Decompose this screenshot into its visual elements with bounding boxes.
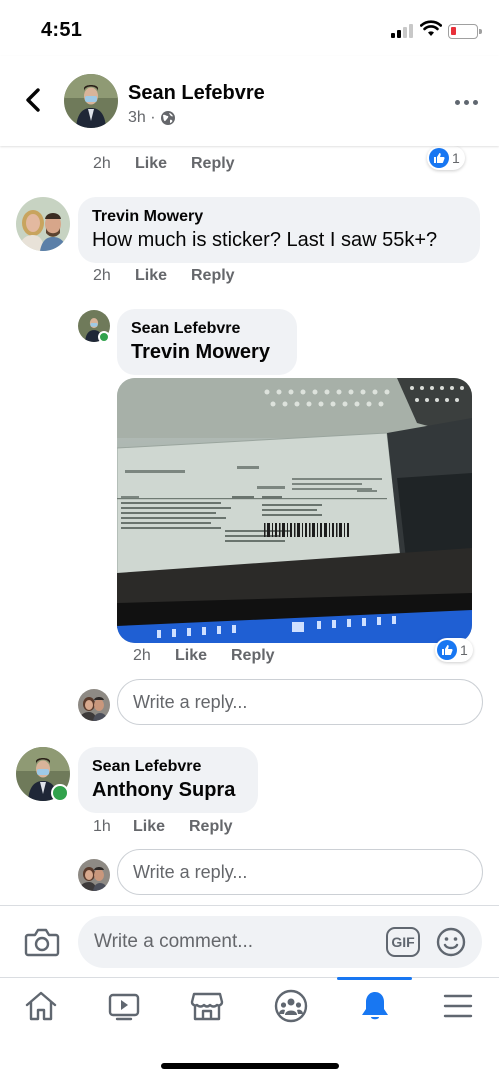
- reply-button[interactable]: Reply: [191, 155, 235, 173]
- like-reaction-icon: [437, 640, 457, 660]
- comment-bubble[interactable]: Sean Lefebvre Anthony Supra: [78, 747, 258, 813]
- post-meta: 3h ·: [128, 109, 176, 127]
- more-options-button[interactable]: [451, 92, 481, 112]
- battery-icon: [448, 24, 482, 39]
- reply-time: 2h: [133, 647, 151, 664]
- reply-button[interactable]: Reply: [231, 647, 275, 665]
- notifications-bell-icon: [362, 992, 388, 1020]
- commenter-avatar[interactable]: [16, 197, 70, 251]
- online-status-icon: [98, 331, 110, 343]
- post-header: Sean Lefebvre 3h ·: [0, 56, 499, 146]
- reply-input[interactable]: Write a reply...: [117, 679, 483, 725]
- current-user-avatar: [78, 859, 110, 891]
- tab-home[interactable]: [21, 988, 61, 1024]
- comment-bubble[interactable]: Trevin Mowery How much is sticker? Last …: [78, 197, 480, 263]
- author-avatar[interactable]: [64, 74, 118, 128]
- emoji-button[interactable]: [435, 926, 467, 958]
- tab-notifications[interactable]: [355, 988, 395, 1024]
- reply-bubble[interactable]: Sean Lefebvre Trevin Mowery: [117, 309, 297, 375]
- post-time: 3h ·: [128, 109, 156, 126]
- reply-button[interactable]: Reply: [191, 267, 235, 285]
- like-button[interactable]: Like: [135, 155, 191, 173]
- comment-composer: Write a comment... GIF: [0, 905, 499, 977]
- comment-author[interactable]: Trevin Mowery: [92, 207, 466, 227]
- camera-button[interactable]: [24, 926, 60, 958]
- comment-input[interactable]: Write a comment...: [78, 916, 482, 968]
- current-user-avatar: [78, 689, 110, 721]
- home-indicator[interactable]: [161, 1063, 339, 1069]
- tab-menu[interactable]: [438, 988, 478, 1024]
- comment-time: 1h: [93, 818, 111, 835]
- comment-author[interactable]: Sean Lefebvre: [92, 757, 244, 777]
- like-reaction-icon: [429, 148, 449, 168]
- comment-time: 2h: [93, 267, 111, 284]
- groups-icon: [274, 989, 308, 1023]
- cellular-signal-icon: [391, 24, 415, 38]
- more-horizontal-icon: [454, 99, 460, 105]
- comment-actions-top: 2h Like Reply: [93, 155, 235, 173]
- camera-icon: [24, 928, 60, 957]
- comment-time: 2h: [93, 155, 111, 172]
- chevron-left-icon: [26, 88, 40, 112]
- like-button[interactable]: Like: [135, 267, 191, 285]
- emoji-icon: [436, 927, 466, 957]
- status-bar: 4:51: [0, 0, 499, 56]
- tab-watch[interactable]: [104, 988, 144, 1024]
- reply-button[interactable]: Reply: [189, 818, 233, 836]
- reply-actions: 2h Like Reply: [133, 647, 275, 665]
- bottom-tab-bar: [0, 977, 499, 1035]
- reply-author[interactable]: Sean Lefebvre: [131, 319, 283, 339]
- tab-groups[interactable]: [271, 988, 311, 1024]
- reaction-badge[interactable]: 1: [435, 638, 473, 662]
- comment-actions: 1h Like Reply: [93, 818, 233, 836]
- comment-actions: 2h Like Reply: [93, 267, 235, 285]
- tab-marketplace[interactable]: [187, 988, 227, 1024]
- like-button[interactable]: Like: [133, 818, 189, 836]
- active-tab-indicator: [337, 977, 412, 980]
- comment-text: How much is sticker? Last I saw 55k+?: [92, 229, 438, 251]
- gif-button[interactable]: GIF: [386, 927, 420, 957]
- reply-mention[interactable]: Trevin Mowery: [131, 339, 283, 365]
- globe-icon: [160, 111, 175, 125]
- reaction-count: 1: [452, 150, 460, 166]
- marketplace-icon: [190, 992, 224, 1021]
- attached-photo[interactable]: [117, 378, 472, 643]
- author-name[interactable]: Sean Lefebvre: [128, 82, 265, 105]
- back-button[interactable]: [18, 82, 48, 118]
- reaction-badge[interactable]: 1: [427, 146, 465, 170]
- wifi-icon: [419, 20, 443, 38]
- reply-input[interactable]: Write a reply...: [117, 849, 483, 895]
- home-icon: [25, 991, 57, 1021]
- watch-icon: [108, 993, 140, 1021]
- status-time: 4:51: [41, 19, 83, 41]
- comment-mention[interactable]: Anthony Supra: [92, 777, 244, 803]
- reaction-count: 1: [460, 642, 468, 658]
- online-status-icon: [51, 784, 69, 802]
- like-button[interactable]: Like: [175, 647, 231, 665]
- menu-icon: [443, 994, 473, 1018]
